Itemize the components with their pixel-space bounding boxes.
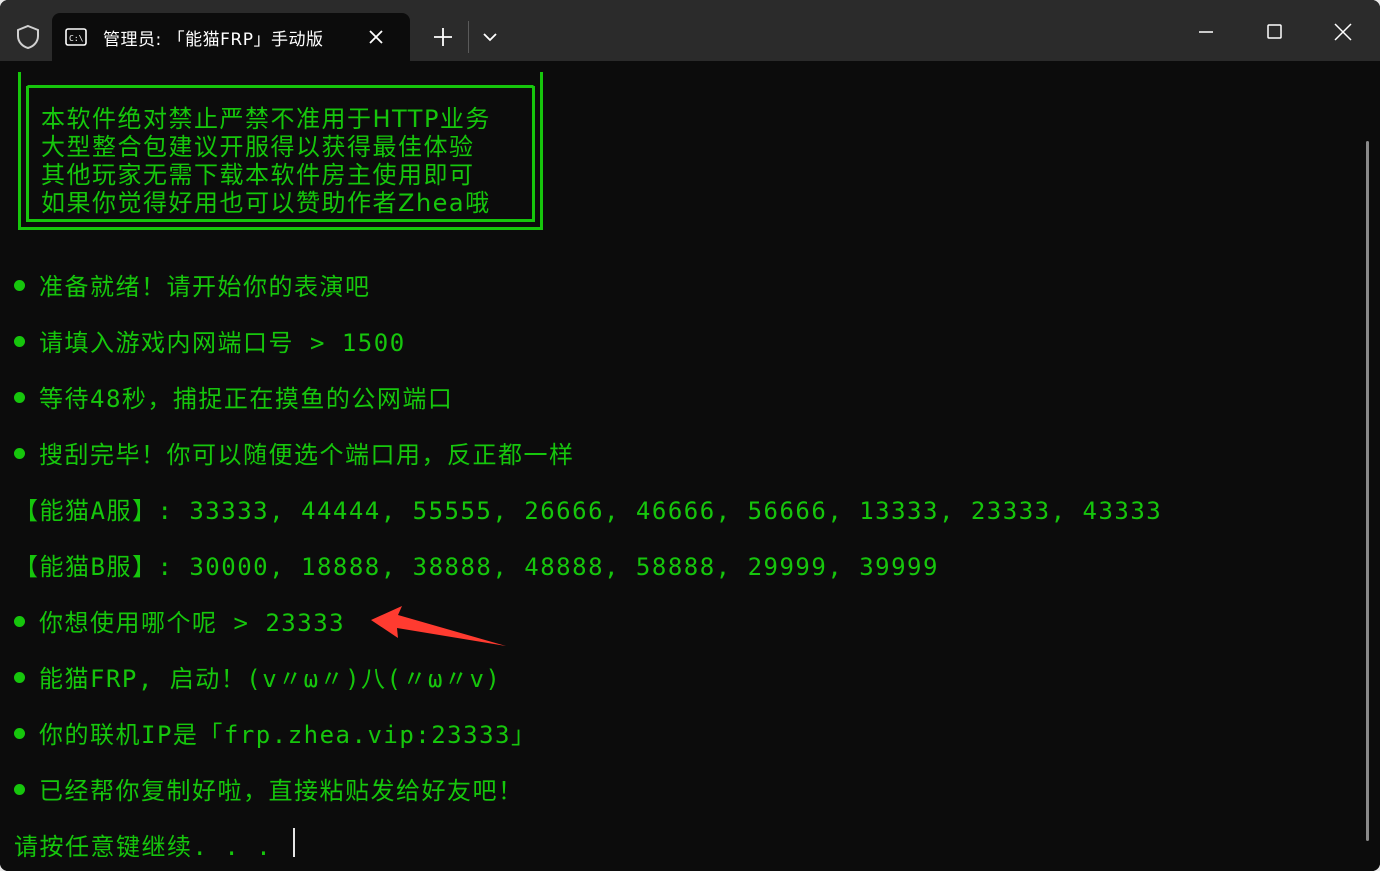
- terminal-window: C:\ 管理员: 「能猫FRP」手动版 本软件绝对禁止严禁不准用于HTTP业务 …: [0, 0, 1380, 871]
- tab-title: 管理员: 「能猫FRP」手动版: [103, 30, 324, 50]
- output-line: 请填入游戏内网端口号 > 1500: [14, 323, 406, 357]
- prompt-line: 请按任意键继续. . .: [14, 833, 273, 861]
- title-bar[interactable]: C:\ 管理员: 「能猫FRP」手动版: [0, 0, 1380, 61]
- tab-divider: [468, 21, 469, 53]
- text-cursor: [293, 828, 295, 857]
- bullet-icon: [14, 280, 25, 291]
- arrow-annotation-icon: [371, 606, 506, 646]
- close-icon[interactable]: [1323, 12, 1363, 52]
- banner-line: 如果你觉得好用也可以赞助作者Zhea哦: [41, 189, 491, 217]
- close-icon[interactable]: [364, 25, 388, 49]
- bullet-icon: [14, 616, 25, 627]
- output-line: 你想使用哪个呢 > 23333: [14, 603, 345, 637]
- minimize-icon[interactable]: [1186, 12, 1226, 52]
- tab-admin-frp[interactable]: C:\ 管理员: 「能猫FRP」手动版: [52, 13, 410, 61]
- plus-icon[interactable]: [427, 22, 459, 52]
- output-line: 你的联机IP是「frp.zhea.vip:23333」: [14, 715, 536, 749]
- svg-text:C:\: C:\: [69, 34, 84, 43]
- server-b-ports: 【能猫B服】: 30000, 18888, 38888, 48888, 5888…: [14, 553, 939, 581]
- bullet-icon: [14, 392, 25, 403]
- server-a-ports: 【能猫A服】: 33333, 44444, 55555, 26666, 4666…: [14, 497, 1163, 525]
- shield-icon: [17, 24, 39, 50]
- output-line: 准备就绪！请开始你的表演吧: [14, 267, 371, 301]
- bullet-icon: [14, 448, 25, 459]
- output-line: 已经帮你复制好啦，直接粘贴发给好友吧！: [14, 771, 524, 805]
- bullet-icon: [14, 784, 25, 795]
- bullet-icon: [14, 728, 25, 739]
- output-line: 能猫FRP, 启动！(v〃ω〃)八(〃ω〃v): [14, 659, 501, 693]
- terminal-output[interactable]: 本软件绝对禁止严禁不准用于HTTP业务 大型整合包建议开服得以获得最佳体验 其他…: [0, 61, 1380, 871]
- output-line: 搜刮完毕！你可以随便选个端口用，反正都一样: [14, 435, 575, 469]
- bullet-icon: [14, 672, 25, 683]
- chevron-down-icon[interactable]: [476, 24, 504, 50]
- maximize-icon[interactable]: [1254, 12, 1294, 52]
- warning-banner: 本软件绝对禁止严禁不准用于HTTP业务 大型整合包建议开服得以获得最佳体验 其他…: [18, 72, 543, 230]
- terminal-icon: C:\: [65, 28, 87, 46]
- output-line: 等待48秒，捕捉正在摸鱼的公网端口: [14, 379, 453, 413]
- scrollbar[interactable]: [1366, 141, 1369, 841]
- bullet-icon: [14, 336, 25, 347]
